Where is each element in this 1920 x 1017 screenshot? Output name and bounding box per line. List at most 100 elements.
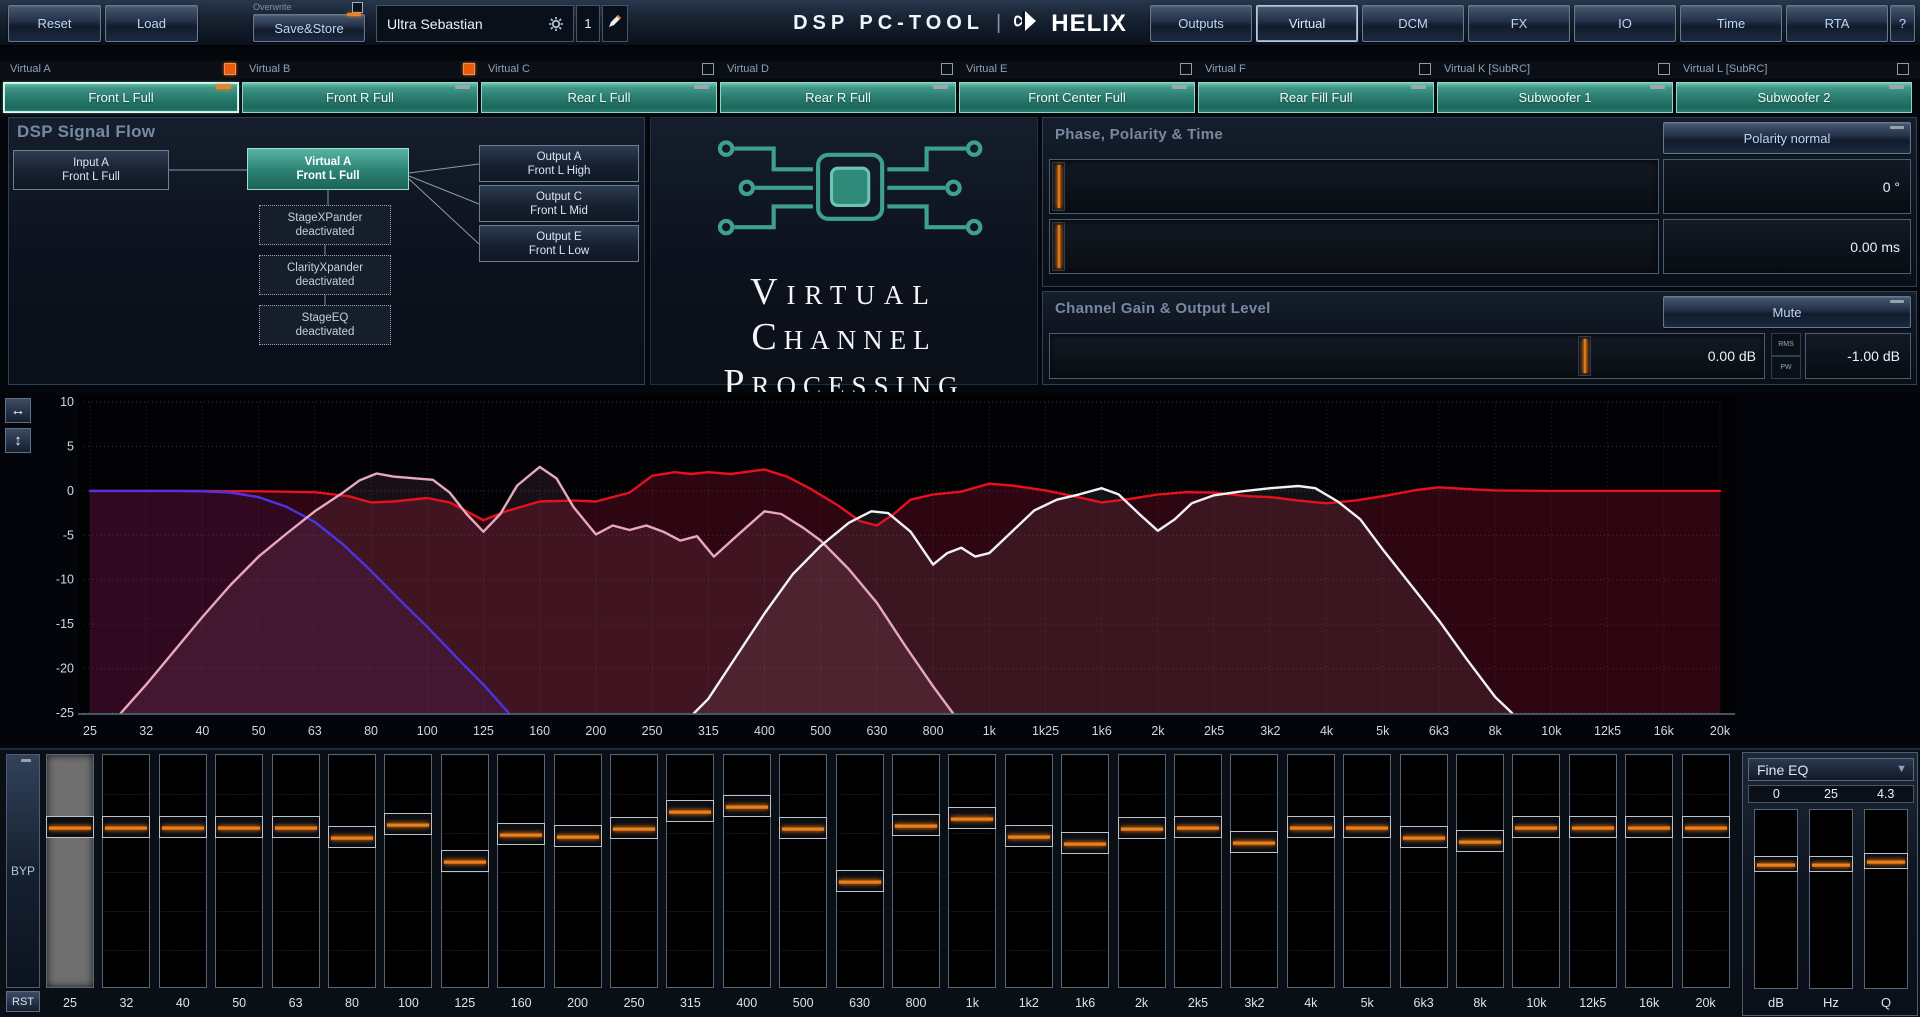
mute-button[interactable]: Mute <box>1663 296 1911 328</box>
eq-band-handle-250[interactable] <box>610 817 658 839</box>
flow-node-stageeq[interactable]: StageEQ deactivated <box>259 305 391 345</box>
eq-band-handle-16k[interactable] <box>1625 816 1673 838</box>
eq-band-slider-80[interactable] <box>328 754 376 988</box>
eq-band-handle-800[interactable] <box>892 814 940 836</box>
delay-slider-handle[interactable] <box>1052 222 1065 271</box>
eq-band-slider-1k2[interactable] <box>1005 754 1053 988</box>
overwrite-checkbox[interactable] <box>352 2 363 13</box>
save-store-button[interactable]: Save&Store <box>253 14 365 42</box>
eq-band-handle-25[interactable] <box>46 816 94 838</box>
virtual-tab-5[interactable]: Virtual E <box>959 61 1196 79</box>
eq-band-slider-63[interactable] <box>272 754 320 988</box>
flow-node-output-c[interactable]: Output C Front L Mid <box>479 185 639 222</box>
eq-band-handle-63[interactable] <box>272 816 320 838</box>
eq-band-handle-125[interactable] <box>441 850 489 872</box>
eq-band-handle-1k[interactable] <box>948 807 996 829</box>
virtual-tab-checkbox[interactable] <box>224 63 236 75</box>
nav-button-time[interactable]: Time <box>1680 5 1782 42</box>
channel-button-front-center-full[interactable]: Front Center Full <box>959 82 1195 113</box>
virtual-tab-4[interactable]: Virtual D <box>720 61 957 79</box>
eq-band-handle-32[interactable] <box>102 816 150 838</box>
eq-band-slider-50[interactable] <box>215 754 263 988</box>
eq-band-handle-5k[interactable] <box>1343 816 1391 838</box>
flow-node-stagexpander[interactable]: StageXPander deactivated <box>259 205 391 245</box>
phase-slider[interactable] <box>1049 159 1659 214</box>
virtual-tab-2[interactable]: Virtual B <box>242 61 479 79</box>
eq-band-handle-12k5[interactable] <box>1569 816 1617 838</box>
virtual-tab-7[interactable]: Virtual K [SubRC] <box>1437 61 1674 79</box>
eq-band-slider-250[interactable] <box>610 754 658 988</box>
virtual-tab-6[interactable]: Virtual F <box>1198 61 1435 79</box>
virtual-tab-1[interactable]: Virtual A <box>3 61 240 79</box>
virtual-tab-checkbox[interactable] <box>941 63 953 75</box>
eq-band-handle-40[interactable] <box>159 816 207 838</box>
fine-eq-gain-slider[interactable] <box>1754 809 1798 989</box>
load-button[interactable]: Load <box>105 5 198 42</box>
eq-band-handle-6k3[interactable] <box>1400 826 1448 848</box>
gain-slider[interactable]: 0.00 dB <box>1049 333 1765 379</box>
eq-band-handle-80[interactable] <box>328 826 376 848</box>
eq-band-slider-1k[interactable] <box>948 754 996 988</box>
eq-band-slider-160[interactable] <box>497 754 545 988</box>
eq-band-slider-10k[interactable] <box>1512 754 1560 988</box>
virtual-tab-checkbox[interactable] <box>1897 63 1909 75</box>
nav-button-outputs[interactable]: Outputs <box>1150 5 1252 42</box>
channel-button-subwoofer-1[interactable]: Subwoofer 1 <box>1437 82 1673 113</box>
eq-band-slider-800[interactable] <box>892 754 940 988</box>
fine-eq-freq-slider[interactable] <box>1809 809 1853 989</box>
eq-band-handle-160[interactable] <box>497 823 545 845</box>
fine-eq-gain-handle[interactable] <box>1754 856 1798 872</box>
eq-band-handle-3k2[interactable] <box>1230 831 1278 853</box>
gear-icon[interactable] <box>547 15 565 36</box>
virtual-tab-checkbox[interactable] <box>702 63 714 75</box>
eq-band-slider-8k[interactable] <box>1456 754 1504 988</box>
nav-button-rta[interactable]: RTA <box>1786 5 1888 42</box>
eq-band-slider-4k[interactable] <box>1287 754 1335 988</box>
fine-eq-q-handle[interactable] <box>1864 853 1908 869</box>
reset-button[interactable]: Reset <box>8 5 101 42</box>
virtual-tab-3[interactable]: Virtual C <box>481 61 718 79</box>
edit-preset-button[interactable] <box>602 5 628 42</box>
memory-slot-box[interactable]: 1 <box>576 5 600 42</box>
eq-band-slider-100[interactable] <box>384 754 432 988</box>
eq-band-slider-2k5[interactable] <box>1174 754 1222 988</box>
fine-eq-q-slider[interactable] <box>1864 809 1908 989</box>
nav-button-dcm[interactable]: DCM <box>1362 5 1464 42</box>
eq-band-handle-10k[interactable] <box>1512 816 1560 838</box>
eq-band-slider-25[interactable] <box>46 754 94 988</box>
phase-slider-handle[interactable] <box>1052 162 1065 211</box>
flow-node-clarityxpander[interactable]: ClarityXpander deactivated <box>259 255 391 295</box>
channel-button-front-r-full[interactable]: Front R Full <box>242 82 478 113</box>
channel-button-rear-fill-full[interactable]: Rear Fill Full <box>1198 82 1434 113</box>
channel-button-front-l-full[interactable]: Front L Full <box>3 82 239 113</box>
eq-reset-button[interactable]: RST <box>6 991 40 1012</box>
response-plot[interactable]: 2532405063801001251602002503154005006308… <box>0 392 1740 746</box>
fine-eq-gain-value[interactable]: 0 <box>1749 786 1804 802</box>
nav-button-fx[interactable]: FX <box>1468 5 1570 42</box>
eq-band-handle-8k[interactable] <box>1456 830 1504 852</box>
eq-band-slider-200[interactable] <box>554 754 602 988</box>
eq-band-handle-2k[interactable] <box>1118 817 1166 839</box>
eq-band-slider-20k[interactable] <box>1682 754 1730 988</box>
virtual-tab-8[interactable]: Virtual L [SubRC] <box>1676 61 1913 79</box>
eq-band-handle-1k6[interactable] <box>1061 832 1109 854</box>
flow-node-output-a[interactable]: Output A Front L High <box>479 145 639 182</box>
eq-band-slider-125[interactable] <box>441 754 489 988</box>
eq-band-handle-200[interactable] <box>554 825 602 847</box>
eq-band-slider-3k2[interactable] <box>1230 754 1278 988</box>
eq-band-handle-630[interactable] <box>836 870 884 892</box>
eq-band-slider-400[interactable] <box>723 754 771 988</box>
eq-band-slider-630[interactable] <box>836 754 884 988</box>
flow-node-input[interactable]: Input A Front L Full <box>13 150 169 190</box>
fine-eq-freq-value[interactable]: 25 <box>1804 786 1859 802</box>
eq-band-handle-100[interactable] <box>384 813 432 835</box>
fine-eq-freq-handle[interactable] <box>1809 856 1853 872</box>
eq-band-slider-12k5[interactable] <box>1569 754 1617 988</box>
preset-name-input[interactable]: Ultra Sebastian <box>376 5 574 42</box>
eq-band-slider-315[interactable] <box>666 754 714 988</box>
eq-band-slider-32[interactable] <box>102 754 150 988</box>
eq-band-handle-20k[interactable] <box>1682 816 1730 838</box>
flow-node-virtual[interactable]: Virtual A Front L Full <box>247 148 409 190</box>
eq-band-slider-40[interactable] <box>159 754 207 988</box>
eq-band-slider-5k[interactable] <box>1343 754 1391 988</box>
